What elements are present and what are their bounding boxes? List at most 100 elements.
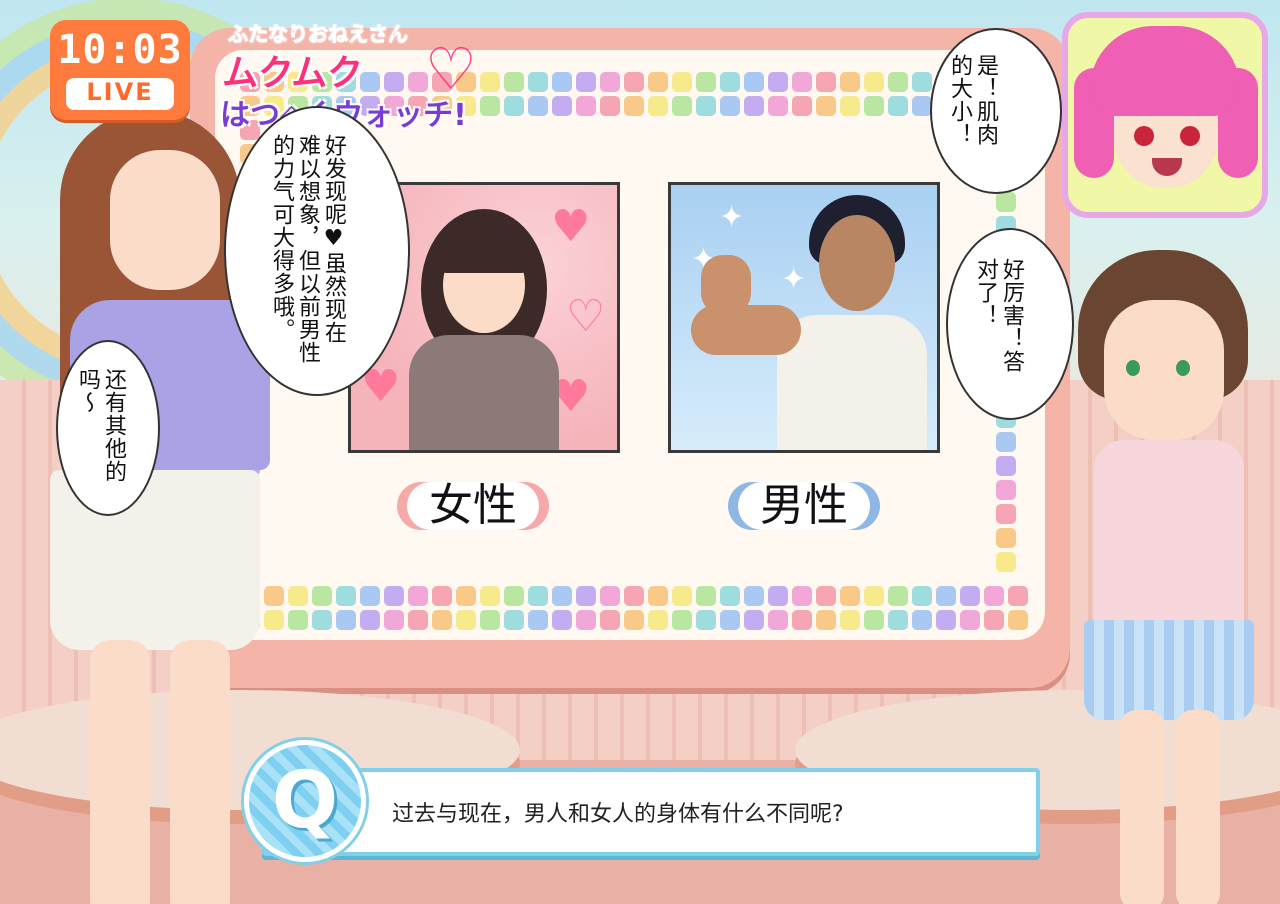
color-tile [480,610,500,630]
color-tile [576,72,596,92]
question-text: 过去与现在，男人和女人的身体有什么不同呢? [392,802,844,827]
live-clock-badge: 10:03 LIVE [50,20,190,120]
color-tile [888,586,908,606]
heart-icon: ♥ [551,201,591,252]
color-tile [996,480,1016,500]
heart-icon: ♡ [566,291,606,342]
color-tile [336,610,356,630]
show-logo: ふたなりおねえさん ムクムク はつ◇くウォッチ! ♡ [220,18,490,134]
avatar-hair [1090,26,1240,116]
color-tile [672,610,692,630]
color-tile [432,610,452,630]
color-tile [384,586,404,606]
girl-skirt [1084,620,1254,720]
color-tile [648,72,668,92]
color-tile [552,72,572,92]
color-tile [504,586,524,606]
color-tile [552,610,572,630]
color-tile [960,586,980,606]
color-tile [504,72,524,92]
color-tile [528,96,548,116]
color-tile [720,72,740,92]
color-tile [912,586,932,606]
color-tile [768,72,788,92]
color-tile [696,610,716,630]
color-tile [576,586,596,606]
color-tile [696,586,716,606]
color-tile [648,96,668,116]
logo-line-2: ムクムク [222,53,364,94]
girl-leg-right [1176,710,1220,904]
color-tile [840,610,860,630]
color-tile [528,586,548,606]
color-tile [576,96,596,116]
color-tile [456,610,476,630]
male-label: 男性 [738,482,870,530]
color-tile [528,610,548,630]
color-tile [864,610,884,630]
color-tile [624,586,644,606]
color-tile [600,586,620,606]
color-tile [528,72,548,92]
question-icon: Q [244,740,366,862]
color-tile [600,610,620,630]
color-tile [840,96,860,116]
color-tile [744,610,764,630]
game-scene: ♥ ♡ ♥ ♥ ✦ ✦ ✦ 女性 男性 10:03 LIVE ふたなりおねえさん… [0,0,1280,904]
color-tile [720,586,740,606]
color-tile [792,72,812,92]
male-figure-face [819,215,895,311]
color-tile [600,72,620,92]
color-tile [816,72,836,92]
sparkle-icon: ✦ [719,200,745,235]
speech-text-right-girl: 好厉害！答对了！ [973,258,1024,373]
color-tile [408,610,428,630]
color-tile [552,96,572,116]
male-figure-arm [691,305,801,355]
color-tile [648,586,668,606]
color-tile [912,610,932,630]
color-tile [912,72,932,92]
speech-text-host-side: 还有其他的吗～ [75,368,126,483]
color-tile [768,586,788,606]
color-tile [648,610,668,630]
color-tile [816,586,836,606]
girl-eye-left [1126,360,1140,376]
color-tile [864,72,884,92]
color-tile [768,96,788,116]
color-tile [792,586,812,606]
host-leg-left [90,640,150,904]
color-tile [744,96,764,116]
color-tile [576,610,596,630]
color-tile [504,96,524,116]
color-tile [792,610,812,630]
speech-text-avatar-girl: 是！肌肉的大小！ [947,54,998,146]
color-tile [996,192,1016,212]
color-tile [984,610,1004,630]
color-tile [504,610,524,630]
female-label: 女性 [407,482,539,530]
color-tile [996,528,1016,548]
clock-time: 10:03 [57,27,183,73]
color-tile [840,72,860,92]
color-tile [744,72,764,92]
female-figure-dress [409,335,559,450]
color-tile [816,96,836,116]
host-leg-right [170,640,230,904]
color-tile [912,96,932,116]
question-icon-letter: Q [271,756,339,846]
color-tile [672,72,692,92]
color-tile [888,610,908,630]
color-tile [888,96,908,116]
color-tile [360,586,380,606]
heart-icon: ♡ [425,35,477,103]
logo-line-1: ふたなりおねえさん [228,22,409,47]
color-tile [480,586,500,606]
color-tile [672,586,692,606]
girl-top [1094,440,1244,630]
right-girl-character [1070,250,1270,904]
color-tile [552,586,572,606]
color-tile [696,96,716,116]
color-tile [600,96,620,116]
color-tile [720,610,740,630]
